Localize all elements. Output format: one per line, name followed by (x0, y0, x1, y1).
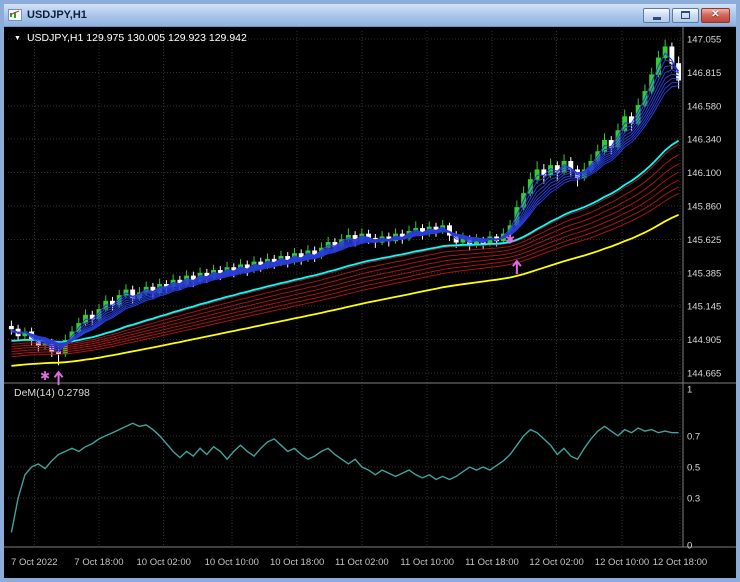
svg-text:✱: ✱ (505, 233, 515, 247)
svg-text:147.055: 147.055 (687, 35, 721, 46)
svg-text:12 Oct 10:00: 12 Oct 10:00 (595, 557, 649, 568)
symbol-dropdown-icon[interactable]: ▼ (14, 35, 21, 42)
svg-text:144.905: 144.905 (687, 335, 721, 346)
maximize-button[interactable] (672, 7, 699, 23)
svg-text:146.340: 146.340 (687, 135, 721, 146)
svg-text:145.145: 145.145 (687, 302, 721, 313)
chart-canvas[interactable]: ✱ ✱ 147.055 146.815 146.580 146.340 146.100 14… (4, 27, 736, 578)
svg-text:11 Oct 18:00: 11 Oct 18:00 (465, 557, 519, 568)
svg-text:145.860: 145.860 (687, 202, 721, 213)
svg-text:10 Oct 02:00: 10 Oct 02:00 (136, 557, 190, 568)
grid-lines (4, 27, 736, 548)
svg-text:11 Oct 10:00: 11 Oct 10:00 (400, 557, 454, 568)
svg-text:12 Oct 02:00: 12 Oct 02:00 (529, 557, 583, 568)
close-button[interactable]: ✕ (701, 7, 730, 23)
window-controls: ✕ (643, 7, 732, 23)
svg-text:144.665: 144.665 (687, 369, 721, 380)
mt-chart-window: USDJPY,H1 ✕ ✱ ✱ 147.055 146.815 146.580 146.… (0, 0, 740, 582)
svg-text:0: 0 (687, 541, 692, 552)
svg-text:146.580: 146.580 (687, 101, 721, 112)
svg-text:146.100: 146.100 (687, 168, 721, 179)
svg-text:10 Oct 10:00: 10 Oct 10:00 (205, 557, 259, 568)
svg-text:7 Oct 2022: 7 Oct 2022 (11, 557, 57, 568)
close-icon: ✕ (711, 9, 720, 20)
maximize-icon (681, 11, 690, 19)
chart-window-icon (8, 9, 22, 21)
svg-text:10 Oct 18:00: 10 Oct 18:00 (270, 557, 324, 568)
demarker-series (10, 422, 679, 533)
chart-area[interactable]: ✱ ✱ 147.055 146.815 146.580 146.340 146.100 14… (4, 27, 736, 578)
svg-text:12 Oct 18:00: 12 Oct 18:00 (653, 557, 707, 568)
window-title: USDJPY,H1 (27, 9, 87, 21)
svg-text:1: 1 (687, 385, 692, 396)
svg-text:146.815: 146.815 (687, 68, 721, 79)
svg-text:7 Oct 18:00: 7 Oct 18:00 (74, 557, 123, 568)
svg-text:0.3: 0.3 (687, 494, 700, 505)
minimize-icon (652, 17, 661, 20)
svg-text:145.625: 145.625 (687, 235, 721, 246)
svg-text:11 Oct 02:00: 11 Oct 02:00 (335, 557, 389, 568)
window-titlebar[interactable]: USDJPY,H1 ✕ (4, 4, 736, 27)
svg-text:145.385: 145.385 (687, 268, 721, 279)
price-series (8, 39, 682, 367)
svg-text:✱: ✱ (40, 369, 50, 383)
svg-text:0.7: 0.7 (687, 431, 700, 442)
svg-text:0.5: 0.5 (687, 463, 700, 474)
minimize-button[interactable] (643, 7, 670, 23)
